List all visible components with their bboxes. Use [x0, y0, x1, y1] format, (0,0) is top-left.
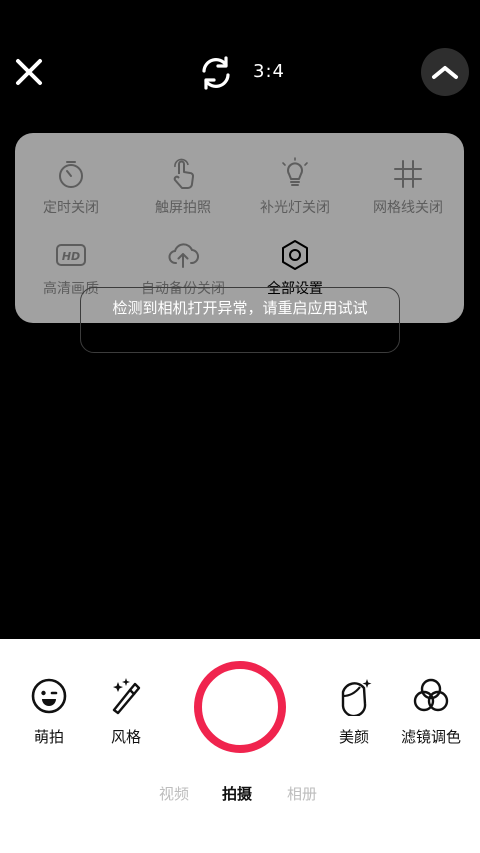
collapse-settings-button[interactable]	[421, 48, 469, 96]
mode-video[interactable]: 视频	[159, 783, 189, 804]
setting-label: 触屏拍照	[155, 200, 211, 216]
tool-label: 滤镜调色	[400, 728, 461, 746]
close-button[interactable]	[12, 55, 46, 89]
cloud-upload-icon	[168, 243, 199, 268]
hd-icon: HD	[56, 244, 86, 266]
mode-photo[interactable]: 拍摄	[222, 783, 252, 804]
tool-label: 风格	[110, 728, 141, 746]
tool-label: 美颜	[338, 728, 369, 746]
chevron-up-icon	[432, 66, 458, 79]
shutter-button[interactable]	[194, 661, 286, 753]
tool-cute-shoot[interactable]: 萌拍	[9, 676, 89, 747]
timer-icon	[59, 161, 83, 188]
settings-hexagon-icon	[282, 240, 308, 270]
tool-style[interactable]: 风格	[86, 676, 166, 747]
setting-label: 网格线关闭	[373, 200, 443, 216]
tool-label: 萌拍	[33, 728, 64, 746]
mode-album[interactable]: 相册	[287, 783, 317, 804]
setting-label: 补光灯关闭	[260, 200, 330, 216]
setting-timer[interactable]: 定时关闭	[15, 157, 127, 217]
camera-switch-icon	[202, 56, 230, 90]
filter-circles-icon	[413, 678, 449, 712]
setting-grid[interactable]: 网格线关闭	[352, 157, 464, 217]
svg-text:HD: HD	[62, 250, 80, 263]
grid-icon	[394, 160, 422, 188]
setting-label: 定时关闭	[43, 200, 99, 216]
error-toast: 检测到相机打开异常，请重启应用试试	[80, 287, 400, 353]
beauty-face-icon	[341, 679, 372, 716]
toast-message: 检测到相机打开异常，请重启应用试试	[112, 299, 368, 317]
touch-icon	[173, 158, 194, 189]
aspect-ratio-button[interactable]: 3:4	[253, 61, 285, 82]
smile-icon	[31, 678, 67, 714]
top-bar: 3:4	[0, 0, 480, 140]
setting-touch-shoot[interactable]: 触屏拍照	[127, 157, 239, 217]
tool-filter[interactable]: 滤镜调色	[391, 676, 471, 747]
bottom-controls: 萌拍 风格 美颜 滤镜调色 视频 拍摄 相册	[0, 639, 480, 853]
setting-fill-light[interactable]: 补光灯关闭	[239, 157, 351, 217]
bulb-icon	[282, 157, 308, 186]
close-icon	[16, 59, 42, 85]
switch-camera-button[interactable]	[198, 55, 234, 91]
tool-beauty[interactable]: 美颜	[314, 676, 394, 747]
magic-wand-icon	[112, 678, 141, 715]
